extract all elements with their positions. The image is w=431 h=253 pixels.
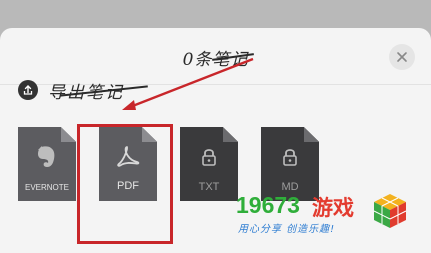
watermark-slogan: 用心分享 创造乐趣! — [238, 224, 336, 235]
site-watermark: 19673 游戏 用心分享 创造乐趣! — [236, 192, 416, 240]
cube-logo-icon — [373, 194, 407, 228]
watermark-name: 游戏 — [312, 196, 354, 220]
watermark-number: 19673 — [236, 192, 300, 218]
